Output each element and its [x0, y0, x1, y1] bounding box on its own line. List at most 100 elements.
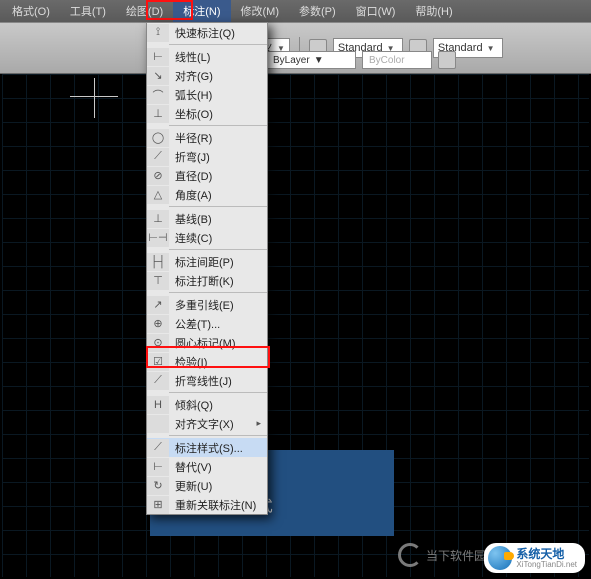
menu-label: 圆心标记(M) [169, 335, 236, 351]
menu-item[interactable]: ⊢线性(L) [147, 47, 267, 66]
menu-item[interactable]: ↻更新(U) [147, 476, 267, 495]
menu-item[interactable]: ⊥基线(B) [147, 209, 267, 228]
menu-modify[interactable]: 修改(M) [231, 0, 290, 22]
menu-label: 多重引线(E) [169, 297, 234, 313]
combo-bycolor[interactable]: ByColor [362, 51, 432, 69]
menu-item[interactable]: ◯半径(R) [147, 128, 267, 147]
menu-item[interactable]: ⊙圆心标记(M) [147, 333, 267, 352]
toolbar: 自定义▼ Standard▼ Standard▼ ByLayer▼ ByLaye… [0, 22, 591, 74]
menu-icon: H [147, 396, 169, 414]
menu-item[interactable]: ⊞重新关联标注(N) [147, 495, 267, 514]
menu-icon: ⟋ [147, 439, 169, 457]
chevron-down-icon: ▼ [314, 55, 324, 66]
submenu-arrow-icon: ▸ [256, 418, 261, 429]
menu-format[interactable]: 格式(O) [2, 0, 60, 22]
menu-label: 公差(T)... [169, 316, 220, 332]
toolbar-button[interactable] [438, 51, 456, 69]
menu-item[interactable]: ☑检验(I) [147, 352, 267, 371]
menu-icon: ⊤ [147, 272, 169, 290]
menu-label: 更新(U) [169, 478, 212, 494]
menu-item[interactable]: ├┤标注间距(P) [147, 252, 267, 271]
menu-label: 坐标(O) [169, 106, 213, 122]
menu-icon: ⊙ [147, 334, 169, 352]
menu-icon: ⊞ [147, 496, 169, 514]
menu-icon: ↘ [147, 67, 169, 85]
menu-draw[interactable]: 绘图(D) [116, 0, 173, 22]
menu-item[interactable]: ↘对齐(G) [147, 66, 267, 85]
menu-label: 对齐(G) [169, 68, 213, 84]
menu-separator [169, 206, 267, 207]
menu-icon: ⟋ [147, 372, 169, 390]
menu-label: 折弯线性(J) [169, 373, 232, 389]
combo-bylayer2[interactable]: ByLayer▼ [266, 51, 356, 69]
menu-label: 快速标注(Q) [169, 25, 235, 41]
menu-icon: ├┤ [147, 253, 169, 271]
menu-item[interactable]: ⊘直径(D) [147, 166, 267, 185]
menu-label: 标注间距(P) [169, 254, 234, 270]
menu-icon: ⊥ [147, 210, 169, 228]
menu-label: 弧长(H) [169, 87, 212, 103]
menu-item[interactable]: △角度(A) [147, 185, 267, 204]
dimension-menu-dropdown: ⟟快速标注(Q)⊢线性(L)↘对齐(G)⌒弧长(H)⊥坐标(O)◯半径(R)⟋折… [146, 22, 268, 515]
menu-label: 检验(I) [169, 354, 207, 370]
menu-label: 标注打断(K) [169, 273, 234, 289]
menu-window[interactable]: 窗口(W) [346, 0, 406, 22]
menu-icon [147, 415, 169, 433]
menu-icon: △ [147, 186, 169, 204]
menu-icon: ⌒ [147, 86, 169, 104]
menu-icon: ⊢⊣ [147, 229, 169, 247]
menu-item[interactable]: ⟋标注样式(S)... [147, 438, 267, 457]
menu-item[interactable]: ⊕公差(T)... [147, 314, 267, 333]
menu-label: 半径(R) [169, 130, 212, 146]
menu-label: 直径(D) [169, 168, 212, 184]
menu-item[interactable]: ⊥坐标(O) [147, 104, 267, 123]
menubar: 格式(O) 工具(T) 绘图(D) 标注(N) 修改(M) 参数(P) 窗口(W… [0, 0, 591, 22]
crosshair-vertical [94, 78, 95, 118]
menu-icon: ↗ [147, 296, 169, 314]
menu-icon: ⟋ [147, 148, 169, 166]
menu-icon: ⟟ [147, 24, 169, 42]
menu-item[interactable]: H倾斜(Q) [147, 395, 267, 414]
menu-icon: ⊢ [147, 48, 169, 66]
menu-item[interactable]: ⌒弧长(H) [147, 85, 267, 104]
menu-separator [169, 392, 267, 393]
menu-item[interactable]: ↗多重引线(E) [147, 295, 267, 314]
logo-icon [398, 543, 422, 567]
menu-label: 线性(L) [169, 49, 210, 65]
menu-icon: ⊘ [147, 167, 169, 185]
menu-separator [169, 125, 267, 126]
watermark-dangxia: 当下软件园 [398, 543, 486, 567]
menu-label: 对齐文字(X) [169, 416, 234, 432]
menu-item[interactable]: ⟟快速标注(Q) [147, 23, 267, 42]
menu-separator [169, 435, 267, 436]
menu-label: 折弯(J) [169, 149, 210, 165]
menu-item[interactable]: ⊢替代(V) [147, 457, 267, 476]
menu-label: 替代(V) [169, 459, 212, 475]
menu-separator [169, 292, 267, 293]
menu-item[interactable]: ⊢⊣连续(C) [147, 228, 267, 247]
menu-icon: ↻ [147, 477, 169, 495]
menu-label: 标注样式(S)... [169, 440, 243, 456]
menu-label: 角度(A) [169, 187, 212, 203]
menu-tools[interactable]: 工具(T) [60, 0, 116, 22]
globe-icon [488, 546, 512, 570]
watermark-xitongtiandi: 系统天地 XiTongTianDi.net [484, 543, 585, 573]
menu-item[interactable]: 对齐文字(X) ▸ [147, 414, 267, 433]
menu-label: 重新关联标注(N) [169, 497, 256, 513]
menu-icon: ⊥ [147, 105, 169, 123]
menu-separator [169, 249, 267, 250]
menu-separator [169, 44, 267, 45]
menu-item[interactable]: ⊤标注打断(K) [147, 271, 267, 290]
menu-icon: ⊕ [147, 315, 169, 333]
menu-label: 倾斜(Q) [169, 397, 213, 413]
menu-dimension[interactable]: 标注(N) [173, 0, 230, 22]
crosshair-horizontal [70, 96, 118, 97]
menu-icon: ⊢ [147, 458, 169, 476]
menu-params[interactable]: 参数(P) [289, 0, 346, 22]
menu-item[interactable]: ⟋折弯(J) [147, 147, 267, 166]
menu-help[interactable]: 帮助(H) [405, 0, 462, 22]
menu-icon: ☑ [147, 353, 169, 371]
menu-item[interactable]: ⟋折弯线性(J) [147, 371, 267, 390]
menu-label: 连续(C) [169, 230, 212, 246]
menu-icon: ◯ [147, 129, 169, 147]
